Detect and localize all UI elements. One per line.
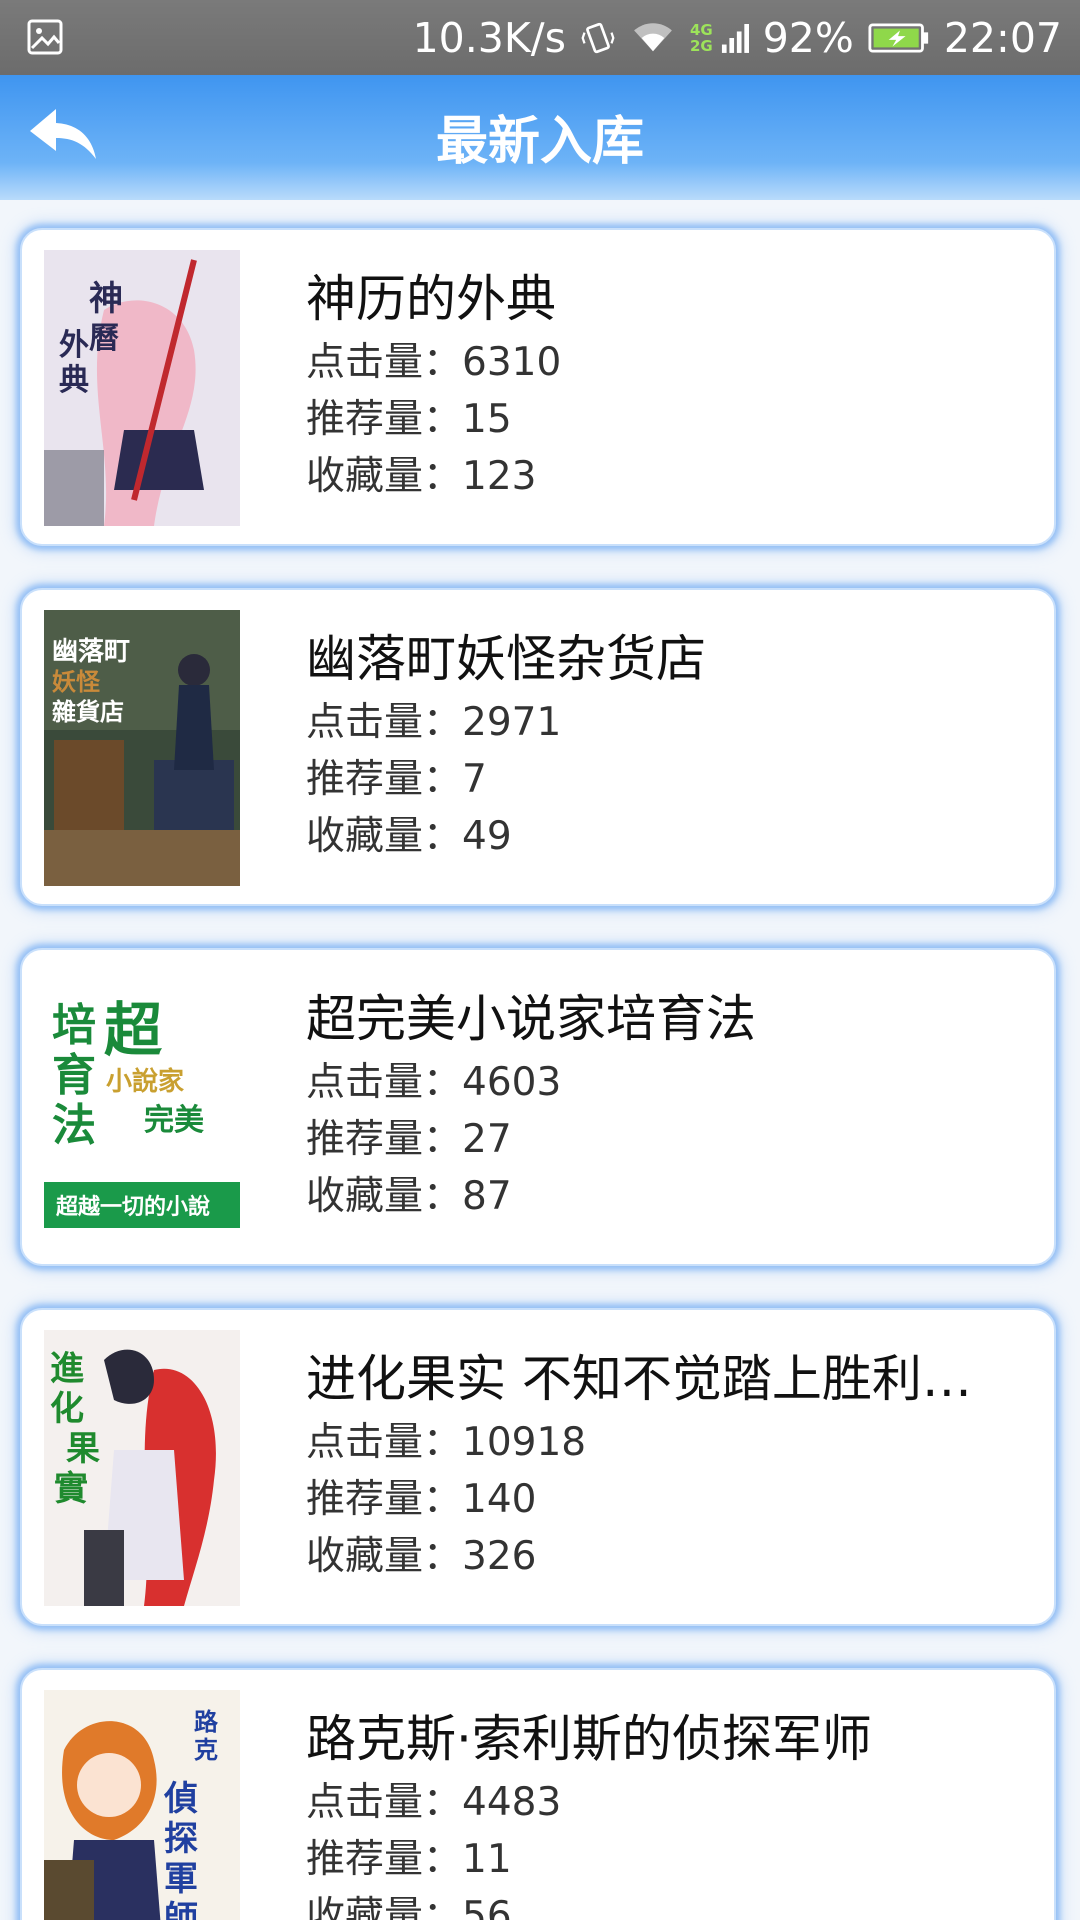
wifi-icon [630,21,676,55]
signal-icon [721,21,749,55]
svg-text:外: 外 [59,328,89,363]
recommend-count: 推荐量：11 [306,1837,512,1882]
svg-text:實: 實 [54,1469,88,1509]
book-cover: 路 克 偵 探 軍 師 [44,1690,240,1920]
svg-text:路: 路 [194,1707,219,1736]
click-count: 点击量：10918 [306,1420,587,1465]
svg-text:培: 培 [52,1000,96,1051]
svg-text:雜貨店: 雜貨店 [52,697,124,726]
favorite-count: 收藏量：326 [306,1534,537,1579]
svg-text:探: 探 [164,1819,198,1859]
favorite-count: 收藏量：56 [306,1894,512,1920]
book-list[interactable]: 神 曆 外 典 神历的外典 点击量：6310 推荐量：15 收藏量：123 幽落 [0,200,1080,1920]
svg-text:超: 超 [104,996,163,1064]
book-cover: 幽落町 妖怪 雜貨店 [44,610,240,886]
header-bar: 最新入库 [0,75,1080,200]
svg-text:果: 果 [66,1429,100,1469]
status-bar: 10.3K/s 4G 2G 92% 22:07 [0,0,1080,75]
svg-text:偵: 偵 [163,1779,198,1819]
svg-text:進: 進 [50,1349,84,1389]
recommend-count: 推荐量：7 [306,757,487,802]
favorite-count: 收藏量：49 [306,814,512,859]
svg-text:軍: 軍 [164,1859,198,1899]
book-cover: 神 曆 外 典 [44,250,240,526]
svg-text:育: 育 [52,1050,96,1101]
book-card[interactable]: 神 曆 外 典 神历的外典 点击量：6310 推荐量：15 收藏量：123 [20,228,1056,546]
click-count: 点击量：4603 [306,1060,562,1105]
svg-text:曆: 曆 [89,321,119,356]
page-title: 最新入库 [435,112,644,172]
battery-percent: 92% [762,13,854,62]
svg-text:妖怪: 妖怪 [52,667,101,696]
book-card[interactable]: 培 育 法 超 小說家 完美 超越一切的小說 超完美小说家培育法 点击量：460… [20,948,1056,1266]
recommend-count: 推荐量：15 [306,397,512,442]
svg-text:幽落町: 幽落町 [52,637,130,667]
book-title: 路克斯·索利斯的侦探军师 [306,1710,872,1768]
favorite-count: 收藏量：123 [306,454,537,499]
click-count: 点击量：4483 [306,1780,562,1825]
battery-charging-icon [868,22,930,54]
book-title: 神历的外典 [306,270,556,328]
book-card[interactable]: 進 化 果 實 进化果实 不知不觉踏上胜利… 点击量：10918 推荐量：140… [20,1308,1056,1626]
clock: 22:07 [943,13,1062,62]
book-cover: 培 育 法 超 小說家 完美 超越一切的小說 [44,970,240,1246]
book-title: 进化果实 不知不觉踏上胜利… [306,1350,972,1408]
image-icon [26,18,64,56]
network-type: 4G 2G [689,20,713,55]
svg-text:小說家: 小說家 [106,1066,184,1097]
network-speed: 10.3K/s [412,13,566,62]
recommend-count: 推荐量：140 [306,1477,537,1522]
click-count: 点击量：2971 [306,700,562,745]
favorite-count: 收藏量：87 [306,1174,512,1219]
book-card[interactable]: 幽落町 妖怪 雜貨店 幽落町妖怪杂货店 点击量：2971 推荐量：7 收藏量：4… [20,588,1056,906]
svg-text:超越一切的小說: 超越一切的小說 [56,1194,210,1220]
svg-text:化: 化 [50,1389,84,1429]
svg-text:克: 克 [194,1735,218,1764]
vibrate-icon [580,20,616,56]
svg-text:完美: 完美 [144,1103,204,1138]
book-card[interactable]: 路 克 偵 探 軍 師 路克斯·索利斯的侦探军师 点击量：4483 推荐量：11… [20,1668,1056,1920]
book-cover: 進 化 果 實 [44,1330,240,1606]
svg-text:師: 師 [164,1899,198,1920]
book-title: 超完美小说家培育法 [306,990,756,1048]
svg-text:神: 神 [89,279,123,319]
click-count: 点击量：6310 [306,340,562,385]
book-title: 幽落町妖怪杂货店 [306,630,706,688]
svg-text:典: 典 [59,363,89,398]
svg-text:法: 法 [52,1100,96,1151]
recommend-count: 推荐量：27 [306,1117,512,1162]
